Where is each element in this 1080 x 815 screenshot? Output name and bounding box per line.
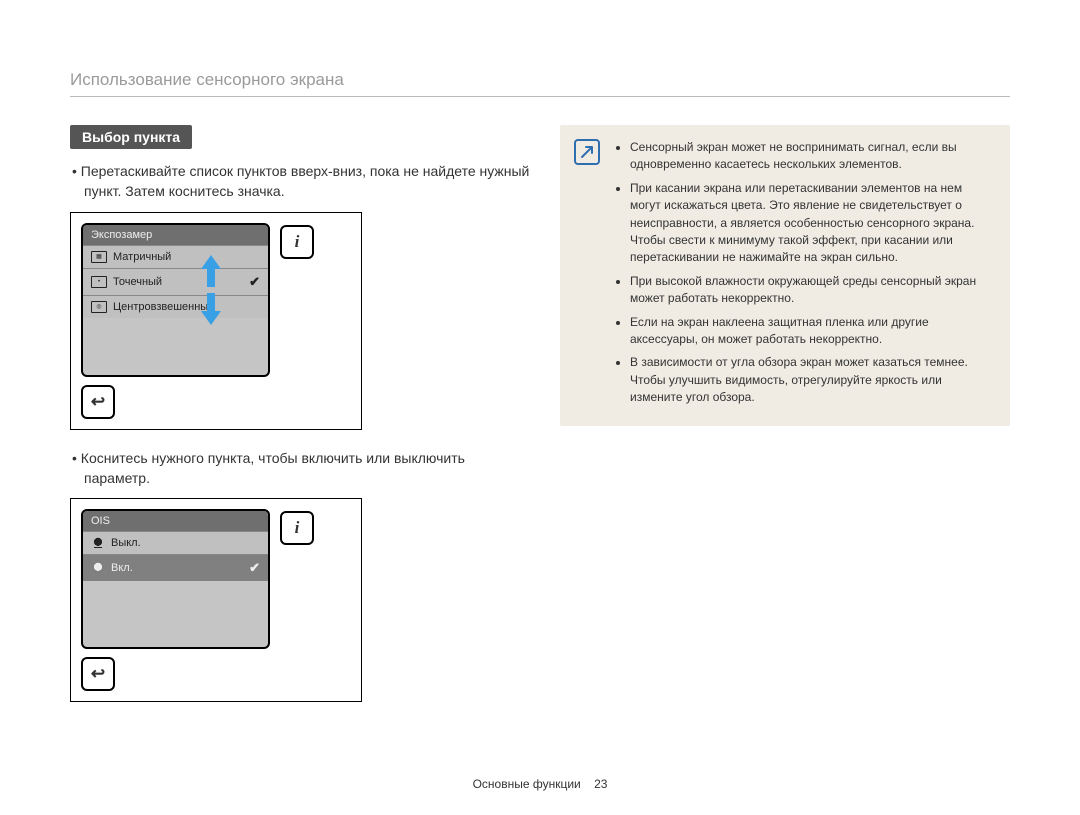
note-item: При высокой влажности окружающей среды с… [630, 273, 992, 308]
note-icon [574, 139, 600, 165]
camera-screen-metering: Экспозамер ▦ Матричный • Точечный ✔ ◎ [81, 223, 270, 377]
back-button[interactable]: ↩ [81, 385, 115, 419]
cam-header: Экспозамер [83, 225, 268, 245]
center-icon: ◎ [91, 301, 107, 313]
right-column: Сенсорный экран может не воспринимать си… [560, 125, 1010, 720]
footer-page-number: 23 [594, 777, 607, 791]
note-item: Если на экран наклеена защитная пленка и… [630, 314, 992, 349]
note-list: Сенсорный экран может не воспринимать си… [614, 139, 992, 406]
instruction-drag: Перетаскивайте список пунктов вверх-вниз… [70, 161, 530, 202]
list-item-label: Точечный [113, 276, 162, 288]
left-column: Выбор пункта Перетаскивайте список пункт… [70, 125, 530, 720]
figure-metering: Экспозамер ▦ Матричный • Точечный ✔ ◎ [70, 212, 362, 430]
note-item: В зависимости от угла обзора экран может… [630, 354, 992, 406]
note-item: При касании экрана или перетаскивании эл… [630, 180, 992, 267]
spot-icon: • [91, 276, 107, 288]
list-item-label: Центровзвешенный [113, 301, 214, 313]
page: Использование сенсорного экрана Выбор пу… [0, 0, 1080, 815]
list-item-label: Выкл. [111, 537, 141, 549]
camera-screen-ois: OIS Выкл. Вкл. ✔ [81, 509, 270, 649]
matrix-icon: ▦ [91, 251, 107, 263]
list-item[interactable]: • Точечный ✔ [83, 268, 268, 295]
footer-section: Основные функции [473, 777, 581, 791]
ois-on-icon [91, 562, 105, 574]
page-title: Использование сенсорного экрана [70, 70, 1010, 97]
page-footer: Основные функции 23 [0, 777, 1080, 791]
list-item[interactable]: ◎ Центровзвешенный [83, 295, 268, 318]
list-item[interactable]: ▦ Матричный [83, 245, 268, 268]
cam-header: OIS [83, 511, 268, 531]
list-item-label: Матричный [113, 251, 171, 263]
list-item[interactable]: Вкл. ✔ [83, 554, 268, 581]
check-icon: ✔ [249, 560, 260, 576]
ois-off-icon [91, 537, 105, 549]
instruction-tap: Коснитесь нужного пункта, чтобы включить… [70, 448, 530, 489]
note-item: Сенсорный экран может не воспринимать си… [630, 139, 992, 174]
list-item[interactable]: Выкл. [83, 531, 268, 554]
list-item-label: Вкл. [111, 562, 133, 574]
content-columns: Выбор пункта Перетаскивайте список пункт… [70, 125, 1010, 720]
info-button[interactable]: i [280, 225, 314, 259]
section-label: Выбор пункта [70, 125, 192, 149]
figure-ois: OIS Выкл. Вкл. ✔ i ↩ [70, 498, 362, 702]
info-button[interactable]: i [280, 511, 314, 545]
note-box: Сенсорный экран может не воспринимать си… [560, 125, 1010, 426]
back-button[interactable]: ↩ [81, 657, 115, 691]
check-icon: ✔ [249, 274, 260, 290]
